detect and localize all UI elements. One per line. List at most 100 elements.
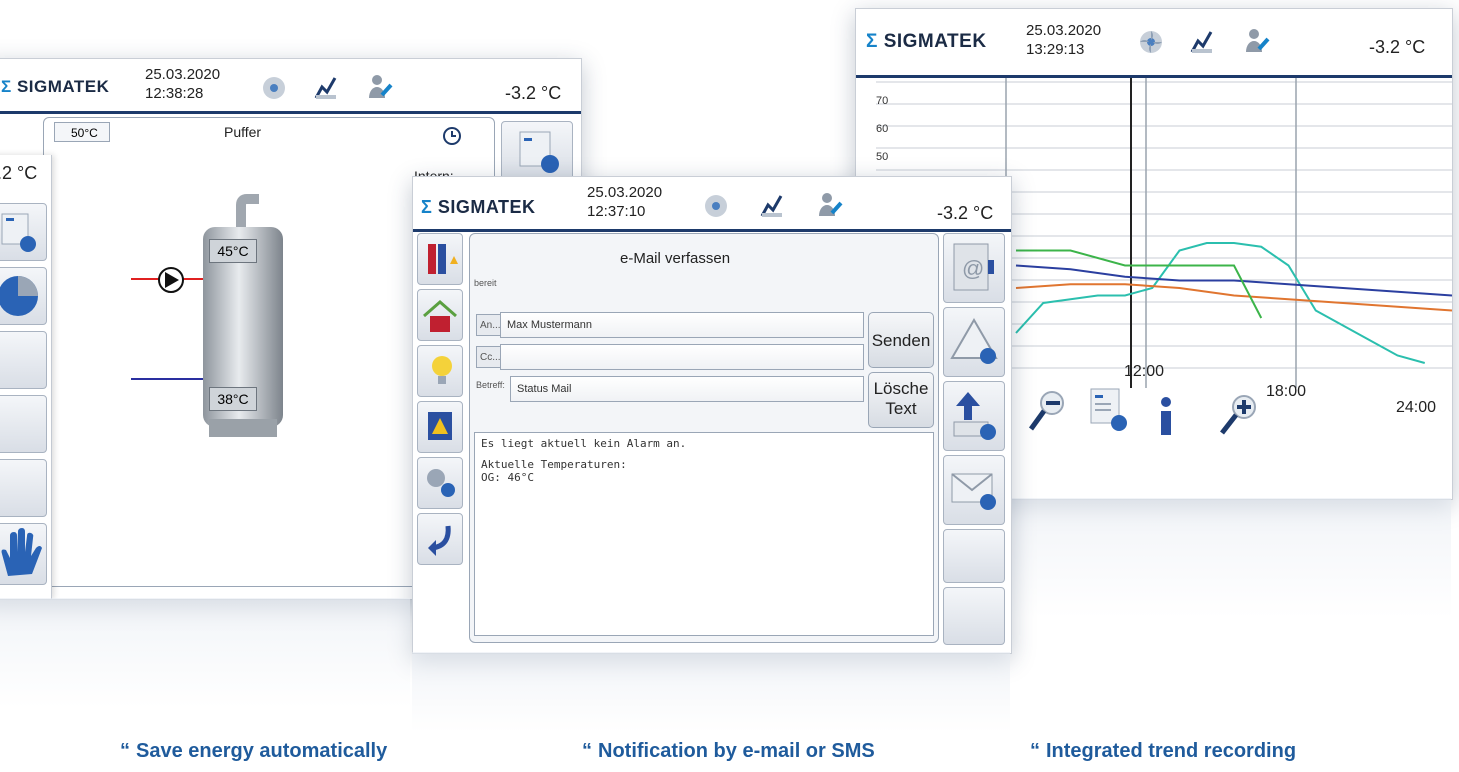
message-body[interactable]: Es liegt aktuell kein Alarm an. Aktuelle… (474, 432, 934, 636)
setpoint-tag[interactable]: 50°C (54, 122, 110, 142)
subject-field[interactable]: Status Mail (510, 376, 864, 402)
empty-button[interactable] (943, 587, 1005, 645)
sigma-icon: Σ (1, 77, 12, 96)
settings-icon (1, 213, 36, 252)
logo: Σ SIGMATEK (421, 197, 536, 218)
y-tick-label: 70 (876, 95, 889, 107)
setpoint-value: 50°C (71, 126, 98, 140)
clear-label-line2: Text (885, 399, 917, 418)
return-icon (428, 525, 451, 556)
body-line: OG: 46°C (481, 471, 534, 484)
time: 12:38:28 (145, 85, 204, 102)
caption-text: Integrated trend recording (1046, 740, 1297, 762)
mail-settings-button[interactable] (943, 455, 1005, 525)
y-tick-label: 60 (876, 123, 889, 135)
time: 12:37:10 (587, 203, 646, 220)
clear-text-button[interactable]: Lösche Text (868, 372, 934, 428)
clock-icon[interactable] (442, 126, 462, 146)
cc-field[interactable] (500, 344, 864, 370)
nav-alarm-button[interactable] (417, 401, 463, 453)
email-reflection (412, 652, 1010, 732)
settings-button[interactable] (501, 121, 573, 181)
hand-icon (1, 528, 42, 576)
logo: Σ SIGMATEK (1, 77, 109, 97)
logo-text: SIGMATEK (16, 77, 110, 96)
outside-temp: -3.2 °C (1369, 37, 1426, 57)
email-icon: @ (953, 243, 994, 291)
email-screen: Σ SIGMATEK 25.03.2020 12:37:10 -3.2 °C e… (412, 176, 1012, 654)
nav-back-button[interactable] (417, 513, 463, 565)
alarm-icon (950, 318, 998, 364)
x-tick-label: 18:00 (1266, 383, 1307, 400)
status-text: bereit (474, 278, 497, 288)
manual-button[interactable] (0, 523, 47, 585)
empty-button[interactable] (943, 529, 1005, 583)
pump-icon[interactable] (157, 266, 185, 294)
compose-title: e-Mail verfassen (620, 250, 731, 267)
service-icon[interactable] (367, 73, 393, 99)
outside-temp: -3.2 °C (937, 203, 994, 223)
panel-title: Puffer (224, 124, 262, 140)
subject-label: Betreff: (476, 380, 505, 390)
bulb-icon (432, 356, 452, 384)
upload-icon (953, 392, 996, 440)
fan-icon[interactable] (703, 193, 729, 219)
date: 25.03.2020 (145, 66, 221, 83)
alarm-icon (428, 412, 452, 440)
quote-icon: “ (1030, 740, 1040, 762)
send-button[interactable]: Senden (868, 312, 934, 368)
to-field[interactable]: Max Mustermann (500, 312, 864, 338)
upload-settings-button[interactable] (943, 381, 1005, 451)
fan-icon[interactable] (1138, 29, 1164, 55)
alarm-settings-button[interactable] (943, 307, 1005, 377)
fan-icon[interactable] (261, 75, 287, 101)
logo-text: SIGMATEK (437, 197, 536, 217)
info-icon[interactable] (1154, 397, 1178, 437)
caption-text: Notification by e-mail or SMS (598, 740, 875, 762)
service-icon[interactable] (817, 191, 843, 217)
email-button[interactable]: @ (943, 233, 1005, 303)
header: Σ SIGMATEK 25.03.2020 12:38:28 -3.2 °C (0, 59, 581, 114)
zoom-in-icon[interactable] (1218, 391, 1262, 437)
sigma-icon: Σ (866, 31, 878, 52)
date: 25.03.2020 (587, 184, 663, 201)
empty-button[interactable] (0, 459, 47, 517)
datetime: 25.03.2020 12:37:10 (587, 183, 662, 221)
tank-top-temp: 45°C (209, 239, 257, 263)
nav-light-button[interactable] (417, 345, 463, 397)
service-icon[interactable] (1244, 27, 1270, 53)
outside-temp: -3.2 °C (505, 83, 562, 103)
sigma-icon: Σ (421, 197, 433, 217)
gear-icon (427, 469, 455, 497)
tank-bottom-temp: 38°C (209, 387, 257, 411)
svg-text:@: @ (962, 256, 984, 281)
trend-icon[interactable] (313, 75, 339, 101)
pie-icon (0, 276, 38, 316)
mail-settings-icon (951, 473, 996, 510)
statistics-button[interactable] (0, 267, 47, 325)
caption-middle: “ Notification by e-mail or SMS (582, 740, 875, 763)
zoom-out-icon[interactable] (1028, 387, 1068, 433)
y-tick-label: 50 (876, 151, 889, 163)
quote-icon: “ (582, 740, 592, 762)
x-tick-label: 24:00 (1396, 399, 1437, 416)
side-card: 3.2 °C (0, 155, 52, 599)
time: 13:29:13 (1026, 41, 1085, 58)
trend-icon[interactable] (759, 193, 785, 219)
trend-icon[interactable] (1189, 29, 1215, 55)
settings-button[interactable] (0, 203, 47, 261)
body-line: Aktuelle Temperaturen: (481, 458, 627, 471)
logo: Σ SIGMATEK (866, 31, 987, 53)
nav-settings-button[interactable] (417, 457, 463, 509)
x-tick-label: 12:00 (1124, 363, 1165, 380)
empty-button[interactable] (0, 395, 47, 453)
empty-button[interactable] (0, 331, 47, 389)
send-button-label: Senden (871, 331, 931, 350)
header: Σ SIGMATEK 25.03.2020 13:29:13 -3.2 °C (856, 9, 1452, 78)
nav-heating-button[interactable] (417, 233, 463, 285)
date: 25.03.2020 (1026, 22, 1102, 39)
clear-label-line1: Lösche (873, 379, 929, 398)
nav-home-button[interactable] (417, 289, 463, 341)
settings-icon[interactable] (1089, 387, 1133, 433)
trend-reflection (1000, 498, 1451, 618)
